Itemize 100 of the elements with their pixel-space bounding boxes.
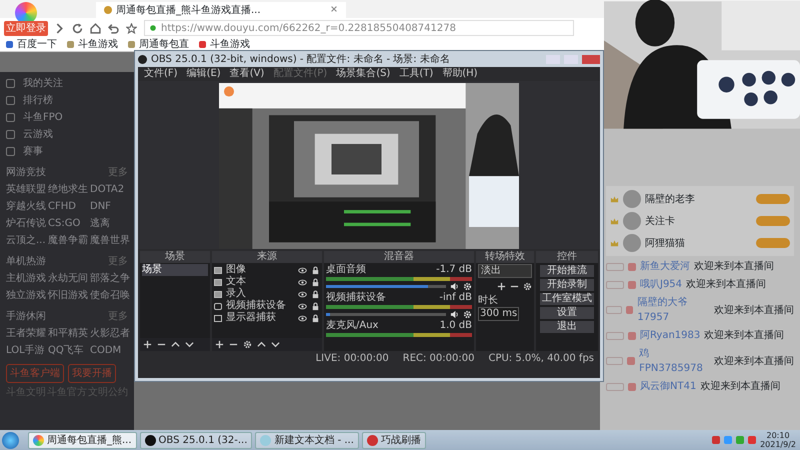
- source-name[interactable]: 文本: [226, 276, 246, 288]
- category-link[interactable]: QQ飞车: [48, 343, 88, 358]
- chat-user[interactable]: 鸡FPN3785978: [639, 346, 710, 376]
- nav-link[interactable]: 云游戏: [23, 127, 53, 142]
- category-link[interactable]: 英雄联盟: [6, 182, 46, 197]
- more-link[interactable]: 更多: [108, 165, 128, 180]
- add-icon[interactable]: [143, 340, 152, 349]
- control-button[interactable]: 工作室模式: [540, 293, 594, 305]
- eye-icon[interactable]: [298, 290, 307, 298]
- lock-icon[interactable]: [311, 302, 320, 310]
- category-link[interactable]: 绝地求生: [48, 182, 88, 197]
- settings-icon[interactable]: [523, 282, 532, 291]
- eye-icon[interactable]: [298, 266, 307, 274]
- up-icon[interactable]: [171, 340, 180, 349]
- lock-icon[interactable]: [311, 290, 320, 298]
- menu-item[interactable]: 场景集合(S): [336, 68, 390, 80]
- category-link[interactable]: DNF: [90, 199, 130, 214]
- category-link[interactable]: 和平精英: [48, 326, 88, 341]
- category-link[interactable]: 独立游戏: [6, 288, 46, 303]
- menu-item[interactable]: 帮助(H): [442, 68, 478, 80]
- sidebar-button[interactable]: 我要开播: [68, 364, 116, 383]
- down-icon[interactable]: [271, 340, 280, 349]
- nav-link[interactable]: 我的关注: [23, 76, 63, 91]
- category-link[interactable]: 云顶之...: [6, 233, 46, 248]
- nav-link[interactable]: 斗鱼FPO: [23, 110, 63, 125]
- chat-user[interactable]: 阿Ryan1983: [640, 328, 700, 343]
- source-name[interactable]: 视频捕获设备: [226, 300, 286, 312]
- category-link[interactable]: 王者荣耀: [6, 326, 46, 341]
- category-link[interactable]: LOL手游: [6, 343, 46, 358]
- category-link[interactable]: 魔兽世界: [90, 233, 130, 248]
- taskbar-item[interactable]: 周通每包直播_熊...: [28, 432, 137, 448]
- nav-link[interactable]: 排行榜: [23, 93, 53, 108]
- start-button[interactable]: [2, 432, 19, 448]
- bookmark-link[interactable]: 斗鱼游戏: [210, 37, 250, 52]
- volume-slider[interactable]: [326, 313, 446, 316]
- sidebar-button[interactable]: 斗鱼客户端: [6, 364, 64, 383]
- control-button[interactable]: 设置: [540, 307, 594, 319]
- category-link[interactable]: 部落之争: [90, 271, 130, 286]
- taskbar-item[interactable]: 新建文本文档 - ...: [255, 432, 359, 448]
- lock-icon[interactable]: [311, 314, 320, 322]
- menu-item[interactable]: 工具(T): [399, 68, 434, 80]
- login-badge[interactable]: 立即登录: [4, 21, 48, 36]
- control-button[interactable]: 退出: [540, 321, 594, 333]
- lock-icon[interactable]: [311, 278, 320, 286]
- forward-icon[interactable]: [54, 22, 65, 34]
- source-name[interactable]: 录入: [226, 288, 246, 300]
- category-link[interactable]: CFHD: [48, 199, 88, 214]
- category-link[interactable]: CS:GO: [48, 216, 88, 231]
- category-link[interactable]: 火影忍者: [90, 326, 130, 341]
- more-link[interactable]: 更多: [108, 254, 128, 269]
- transition-select[interactable]: 淡出: [478, 264, 532, 278]
- chat-user[interactable]: 新鱼大爱河: [640, 259, 690, 274]
- bookmark-link[interactable]: 百度一下: [17, 37, 57, 52]
- duration-field[interactable]: 300 ms: [478, 307, 520, 321]
- down-icon[interactable]: [185, 340, 194, 349]
- address-field[interactable]: https://www.douyu.com/662262_r=0.22818550408741278: [144, 20, 574, 36]
- chat-user[interactable]: 风云御NT41: [640, 379, 696, 394]
- category-link[interactable]: CODM: [90, 343, 130, 358]
- category-link[interactable]: DOTA2: [90, 182, 130, 197]
- taskbar-item[interactable]: OBS 25.0.1 (32-...: [140, 432, 252, 448]
- home-icon[interactable]: [90, 22, 101, 34]
- settings-icon[interactable]: [463, 282, 472, 291]
- eye-icon[interactable]: [298, 302, 307, 310]
- menu-item[interactable]: 查看(V): [230, 68, 264, 80]
- settings-icon[interactable]: [463, 310, 472, 319]
- reload-icon[interactable]: [72, 22, 83, 34]
- undo-icon[interactable]: [108, 22, 119, 34]
- up-icon[interactable]: [257, 340, 266, 349]
- menu-item[interactable]: 编辑(E): [186, 68, 221, 80]
- taskbar-item[interactable]: 巧战刷播: [362, 432, 426, 448]
- close-icon[interactable]: [330, 4, 338, 12]
- category-link[interactable]: 魔兽争霸: [48, 233, 88, 248]
- category-link[interactable]: 逃离: [90, 216, 130, 231]
- control-button[interactable]: 开始推流: [540, 265, 594, 277]
- category-link[interactable]: 穿越火线: [6, 199, 46, 214]
- category-link[interactable]: 主机游戏: [6, 271, 46, 286]
- category-link[interactable]: 怀旧游戏: [48, 288, 88, 303]
- add-icon[interactable]: [215, 340, 224, 349]
- eye-icon[interactable]: [298, 314, 307, 322]
- category-link[interactable]: 永劫无间: [48, 271, 88, 286]
- eye-icon[interactable]: [298, 278, 307, 286]
- add-icon[interactable]: [497, 282, 506, 291]
- control-button[interactable]: 开始录制: [540, 279, 594, 291]
- browser-tab[interactable]: 周通每包直播_熊斗鱼游戏直播...: [96, 2, 346, 18]
- nav-link[interactable]: 赛事: [23, 144, 43, 159]
- source-name[interactable]: 图像: [226, 264, 246, 276]
- category-link[interactable]: 炉石传说: [6, 216, 46, 231]
- scene-item[interactable]: 场景: [142, 264, 208, 276]
- close-button[interactable]: [582, 54, 600, 64]
- chat-user[interactable]: 隔壁的大爷17957: [637, 295, 710, 325]
- speaker-icon[interactable]: [450, 310, 459, 319]
- chat-user[interactable]: 哦叭J954: [640, 277, 682, 292]
- settings-icon[interactable]: [243, 340, 252, 349]
- category-link[interactable]: 使命召唤: [90, 288, 130, 303]
- bookmark-star-icon[interactable]: [126, 22, 137, 34]
- bookmark-link[interactable]: 周通每包直: [139, 37, 189, 52]
- lock-icon[interactable]: [311, 266, 320, 274]
- menu-item[interactable]: 文件(F): [144, 68, 178, 80]
- more-link[interactable]: 更多: [108, 309, 128, 324]
- speaker-icon[interactable]: [450, 282, 459, 291]
